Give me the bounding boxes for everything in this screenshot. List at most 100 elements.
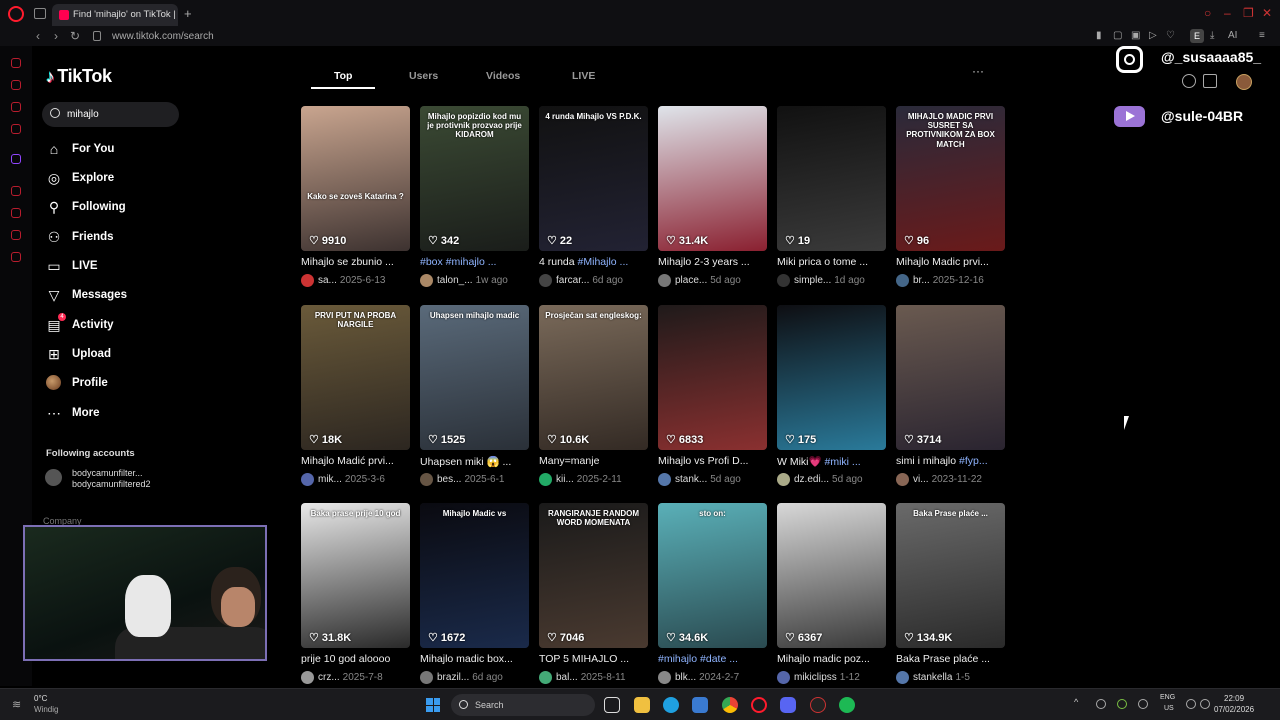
history-icon[interactable]: [11, 208, 21, 218]
app-icon[interactable]: [692, 697, 708, 713]
nav-activity[interactable]: ▤ 4 Activity: [45, 313, 185, 337]
nav-upload[interactable]: ⊞ Upload: [45, 344, 185, 366]
weather-icon[interactable]: ≋: [12, 698, 21, 711]
video-title[interactable]: Mihajlo vs Profi D...: [658, 455, 774, 467]
windows-start-icon[interactable]: [426, 698, 440, 712]
video-thumbnail[interactable]: 4 runda Mihajlo VS P.D.K. ♡ 22: [539, 106, 648, 251]
author-avatar[interactable]: [420, 473, 433, 486]
author-name[interactable]: place...: [675, 275, 707, 286]
tray-chevron-icon[interactable]: ^: [1074, 697, 1084, 707]
nav-profile[interactable]: Profile: [45, 373, 185, 395]
clock-date[interactable]: 07/02/2026: [1214, 705, 1254, 714]
nvidia-icon[interactable]: [1117, 699, 1127, 709]
bookmark-icon[interactable]: ▮: [1096, 30, 1102, 41]
aria-ai-icon[interactable]: AI: [1228, 30, 1237, 41]
user-avatar[interactable]: [1236, 74, 1252, 90]
forward-button[interactable]: ›: [54, 29, 58, 43]
tiktok-logo[interactable]: ♪ TikTok: [46, 66, 112, 87]
video-title[interactable]: prije 10 god aloooo: [301, 653, 417, 665]
nav-more[interactable]: ⋯ More: [45, 403, 185, 425]
video-thumbnail[interactable]: Kako se zoveš Katarina ? ♡ 9910: [301, 106, 410, 251]
author-name[interactable]: br...: [913, 275, 930, 286]
author-name[interactable]: simple...: [794, 275, 831, 286]
nav-for-you[interactable]: ⌂ For You: [45, 139, 185, 161]
sidebar-app-icon[interactable]: [11, 80, 21, 90]
author-avatar[interactable]: [301, 473, 314, 486]
video-thumbnail[interactable]: MIHAJLO MADIC PRVI SUSRET SA PROTIVNIKOM…: [896, 106, 1005, 251]
settings-icon[interactable]: [11, 252, 21, 262]
author-avatar[interactable]: [539, 473, 552, 486]
author-name[interactable]: kii...: [556, 474, 574, 485]
mic-icon[interactable]: [1138, 699, 1148, 709]
author-avatar[interactable]: [658, 473, 671, 486]
tab-top[interactable]: Top: [334, 70, 352, 82]
nav-explore[interactable]: ◎ Explore: [45, 168, 185, 190]
author-name[interactable]: farcar...: [556, 275, 589, 286]
hashtag-link[interactable]: #mihajlo #date ...: [658, 653, 738, 665]
video-thumbnail[interactable]: ♡ 19: [777, 106, 886, 251]
sidebar-app-icon[interactable]: [11, 58, 21, 68]
language-indicator[interactable]: ENG: [1160, 694, 1175, 701]
back-button[interactable]: ‹: [36, 29, 40, 43]
author-avatar[interactable]: [420, 274, 433, 287]
menu-icon[interactable]: ≡: [1259, 30, 1265, 41]
maximize-button[interactable]: ❐: [1243, 6, 1254, 20]
author-name[interactable]: stankella: [913, 672, 952, 683]
spotify-icon[interactable]: [839, 697, 855, 713]
author-avatar[interactable]: [777, 274, 790, 287]
video-thumbnail[interactable]: RANGIRANJE RANDOM WORD MOMENATA ♡ 7046: [539, 503, 648, 648]
lock-icon[interactable]: [93, 31, 101, 41]
author-name[interactable]: brazil...: [437, 672, 469, 683]
author-avatar[interactable]: [896, 473, 909, 486]
file-explorer-icon[interactable]: [634, 697, 650, 713]
video-title[interactable]: TOP 5 MIHAJLO ...: [539, 653, 655, 665]
url-field[interactable]: www.tiktok.com/search: [112, 31, 214, 42]
clock-time[interactable]: 22:09: [1224, 694, 1244, 703]
author-name[interactable]: bal...: [556, 672, 578, 683]
nav-messages[interactable]: ▽ Messages: [45, 285, 185, 307]
video-title[interactable]: #mihajlo #date ...: [658, 653, 774, 665]
tab-snap-icon[interactable]: ▣: [1131, 30, 1140, 41]
hashtag-link[interactable]: #miki ...: [824, 456, 860, 468]
video-title[interactable]: 4 runda #Mihajlo ...: [539, 256, 655, 268]
tab-live[interactable]: LIVE: [572, 70, 595, 82]
search-input[interactable]: mihajlo: [42, 102, 179, 127]
reload-button[interactable]: ↻: [70, 29, 80, 43]
video-thumbnail[interactable]: ♡ 6833: [658, 305, 767, 450]
author-avatar[interactable]: [896, 671, 909, 684]
video-title[interactable]: Mihajlo se zbunio ...: [301, 256, 417, 268]
minimize-button[interactable]: –: [1224, 6, 1231, 20]
task-view-icon[interactable]: [604, 697, 620, 713]
sidebar-app-icon[interactable]: [11, 230, 21, 240]
keyboard-layout[interactable]: US: [1164, 705, 1174, 712]
video-title[interactable]: simi i mihajlo #fyp...: [896, 455, 1012, 467]
author-name[interactable]: talon_...: [437, 275, 473, 286]
tab-videos[interactable]: Videos: [486, 70, 520, 82]
author-avatar[interactable]: [658, 274, 671, 287]
video-thumbnail[interactable]: Prosječan sat engleskog: ♡ 10.6K: [539, 305, 648, 450]
video-title[interactable]: Mihajlo Madić prvi...: [301, 455, 417, 467]
search-tabs-icon[interactable]: ○: [1204, 6, 1211, 20]
video-title[interactable]: Mihajlo madic box...: [420, 653, 536, 665]
close-window-button[interactable]: ✕: [1262, 6, 1272, 20]
sidebar-app-icon[interactable]: [11, 102, 21, 112]
video-thumbnail[interactable]: ♡ 3714: [896, 305, 1005, 450]
video-thumbnail[interactable]: Baka prase prije 10 god ♡ 31.8K: [301, 503, 410, 648]
video-thumbnail[interactable]: Mihajlo popizdio kod mu je protivnik pro…: [420, 106, 529, 251]
author-avatar[interactable]: [420, 671, 433, 684]
snapshot-icon[interactable]: ▢: [1113, 30, 1122, 41]
video-thumbnail[interactable]: ♡ 6367: [777, 503, 886, 648]
hashtag-link[interactable]: #Mihajlo ...: [578, 256, 629, 268]
video-thumbnail[interactable]: ♡ 175: [777, 305, 886, 450]
author-avatar[interactable]: [777, 473, 790, 486]
author-avatar[interactable]: [896, 274, 909, 287]
opera-taskbar-icon[interactable]: [751, 697, 767, 713]
author-avatar[interactable]: [777, 671, 790, 684]
weather-temp[interactable]: 0°C: [34, 694, 47, 703]
author-avatar[interactable]: [539, 274, 552, 287]
taskbar-search[interactable]: Search: [451, 694, 595, 716]
following-account-item[interactable]: bodycamunfilter... bodycamunfiltered2: [45, 466, 195, 492]
video-title[interactable]: #box #mihajlo ...: [420, 256, 536, 268]
opera-logo-icon[interactable]: [8, 6, 24, 22]
video-title[interactable]: Mihajlo madic poz...: [777, 653, 893, 665]
